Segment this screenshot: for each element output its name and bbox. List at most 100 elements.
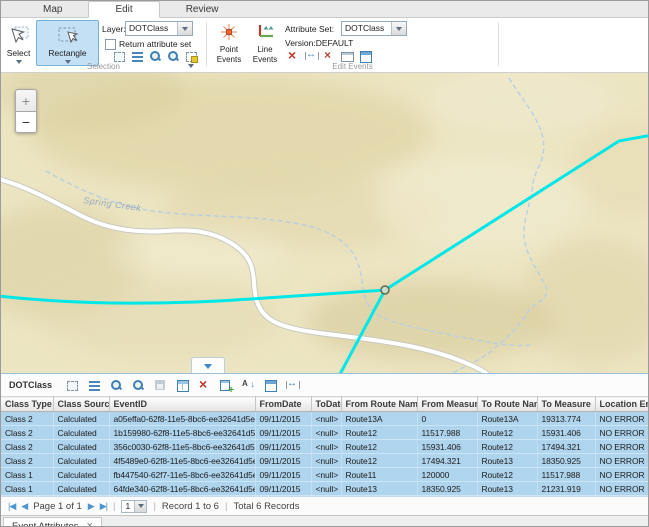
- rectangle-tool-label: Rectangle: [48, 48, 86, 58]
- point-events-button[interactable]: Point Events: [211, 20, 247, 66]
- separator: |: [225, 501, 227, 512]
- grid-cell: 09/11/2015: [255, 454, 311, 468]
- grid-cell: Route12: [477, 426, 537, 440]
- grid-cell: 120000: [417, 468, 477, 482]
- show-panel-icon[interactable]: [264, 379, 277, 392]
- column-header[interactable]: FromDate: [255, 397, 311, 412]
- separator: |: [153, 501, 155, 512]
- grid-cell: Class 2: [1, 454, 53, 468]
- grid-cell: NO ERROR: [595, 468, 649, 482]
- zoom-in-button[interactable]: +: [15, 89, 37, 111]
- column-header[interactable]: Class Type: [1, 397, 53, 412]
- selection-group-label: Selection: [1, 62, 206, 71]
- tab-map[interactable]: Map: [17, 1, 88, 17]
- grid-cell: Route12: [477, 468, 537, 482]
- grid-cell: 4f5489e0-62f8-11e5-8bc6-ee32641d5ec9: [109, 454, 255, 468]
- select-tool-label: Select: [7, 48, 31, 58]
- table-row[interactable]: Class 2Calculated356c0030-62f8-11e5-8bc6…: [1, 440, 649, 454]
- grid-cell: NO ERROR: [595, 440, 649, 454]
- grid-cell: Route12: [477, 440, 537, 454]
- tab-edit[interactable]: Edit: [88, 1, 159, 18]
- column-header[interactable]: From Measure: [417, 397, 477, 412]
- point-events-label: Point Events: [217, 45, 241, 64]
- tab-review[interactable]: Review: [160, 1, 245, 17]
- dropdown-button[interactable]: [391, 22, 406, 35]
- zoom-out-button[interactable]: −: [15, 111, 37, 133]
- dropdown-button[interactable]: [177, 22, 192, 35]
- grid-cell: 15931.406: [417, 440, 477, 454]
- column-header[interactable]: Class Source: [53, 397, 109, 412]
- column-header[interactable]: EventID: [109, 397, 255, 412]
- grid-cell: 0: [417, 412, 477, 426]
- edit-events-group-label: Edit Events: [207, 62, 498, 71]
- dropdown-button[interactable]: [134, 501, 146, 512]
- first-page-button[interactable]: |◀: [8, 501, 15, 512]
- next-page-button[interactable]: ▶: [88, 501, 94, 512]
- layer-label: Layer:: [102, 24, 126, 34]
- grid-cell: 356c0030-62f8-11e5-8bc6-ee32641d5ec9: [109, 440, 255, 454]
- event-attributes-panel: DOTClass Class Type Class Source E: [1, 373, 648, 515]
- sort-icon[interactable]: [242, 379, 255, 392]
- table-row[interactable]: Class 1Calculatedfb447540-62f7-11e5-8bc6…: [1, 468, 649, 482]
- grid-cell: Class 2: [1, 412, 53, 426]
- chevron-down-icon: [204, 364, 212, 369]
- select-tool-button[interactable]: Select: [3, 20, 34, 66]
- pan-to-selected-icon[interactable]: [132, 379, 145, 392]
- grid-cell: Class 1: [1, 468, 53, 482]
- grid-toolbar: DOTClass: [1, 374, 648, 396]
- map-canvas[interactable]: Spring Creek + −: [1, 73, 648, 373]
- column-header[interactable]: To Route Name: [477, 397, 537, 412]
- zoom-to-selected-icon[interactable]: [110, 379, 123, 392]
- column-header[interactable]: Location Error: [595, 397, 649, 412]
- select-by-rectangle-icon[interactable]: [66, 379, 79, 392]
- column-header[interactable]: ToDate: [311, 397, 341, 412]
- line-events-button[interactable]: Line Events: [249, 20, 281, 66]
- column-header[interactable]: To Measure: [537, 397, 595, 412]
- grid-cell: 11517.988: [537, 468, 595, 482]
- show-menu-icon[interactable]: [88, 379, 101, 392]
- open-table-icon[interactable]: [176, 379, 189, 392]
- page-number-dropdown[interactable]: 1: [121, 500, 147, 513]
- event-point-marker[interactable]: [381, 286, 389, 294]
- collapse-panel-button[interactable]: [191, 357, 225, 373]
- last-page-button[interactable]: ▶|: [100, 501, 107, 512]
- grid-cell: <null>: [311, 412, 341, 426]
- save-icon[interactable]: [154, 379, 167, 392]
- attribute-set-dropdown[interactable]: DOTClass: [341, 21, 407, 36]
- grid-cell: 11517.988: [417, 426, 477, 440]
- grid-cell: NO ERROR: [595, 412, 649, 426]
- table-row[interactable]: Class 2Calculated1b159980-62f8-11e5-8bc6…: [1, 426, 649, 440]
- add-records-icon[interactable]: [220, 379, 233, 392]
- grid-cell: Calculated: [53, 454, 109, 468]
- event-editor-app: Map Edit Review Select Rectangle Layer:: [0, 0, 649, 527]
- page-label: Page 1 of 1: [33, 501, 82, 512]
- grid-cell: 09/11/2015: [255, 426, 311, 440]
- column-header[interactable]: From Route Name: [341, 397, 417, 412]
- grid-cell: a05effa0-62f8-11e5-8bc6-ee32641d5ec9: [109, 412, 255, 426]
- grid-cell: Calculated: [53, 426, 109, 440]
- event-attribute-table: Class Type Class Source EventID FromDate…: [1, 396, 649, 496]
- rectangle-tool-button[interactable]: Rectangle: [36, 20, 99, 66]
- delete-selected-icon[interactable]: [198, 379, 211, 392]
- grid-cell: NO ERROR: [595, 482, 649, 496]
- layer-dropdown[interactable]: DOTClass: [125, 21, 193, 36]
- tab-event-attributes[interactable]: Event Attributes ×: [3, 517, 102, 527]
- table-row[interactable]: Class 2Calculateda05effa0-62f8-11e5-8bc6…: [1, 412, 649, 426]
- grid-cell: <null>: [311, 426, 341, 440]
- previous-page-button[interactable]: ◀: [21, 501, 27, 512]
- edit-events-group: Point Events Line Events Attribute Set: …: [207, 18, 498, 72]
- grid-cell: <null>: [311, 468, 341, 482]
- chevron-down-icon: [396, 27, 402, 31]
- grid-cell: 17494.321: [417, 454, 477, 468]
- grid-cell: 18350.925: [417, 482, 477, 496]
- table-row[interactable]: Class 2Calculated4f5489e0-62f8-11e5-8bc6…: [1, 454, 649, 468]
- grid-cell: NO ERROR: [595, 454, 649, 468]
- grid-cell: 19313.774: [537, 412, 595, 426]
- split-view-icon[interactable]: [286, 379, 299, 392]
- return-attribute-set-checkbox[interactable]: [105, 39, 116, 50]
- grid-cell: 1b159980-62f8-11e5-8bc6-ee32641d5ec9: [109, 426, 255, 440]
- table-row[interactable]: Class 1Calculated64fde340-62f8-11e5-8bc6…: [1, 482, 649, 496]
- grid-cell: 09/11/2015: [255, 482, 311, 496]
- close-icon[interactable]: ×: [87, 521, 93, 527]
- chevron-down-icon: [182, 27, 188, 31]
